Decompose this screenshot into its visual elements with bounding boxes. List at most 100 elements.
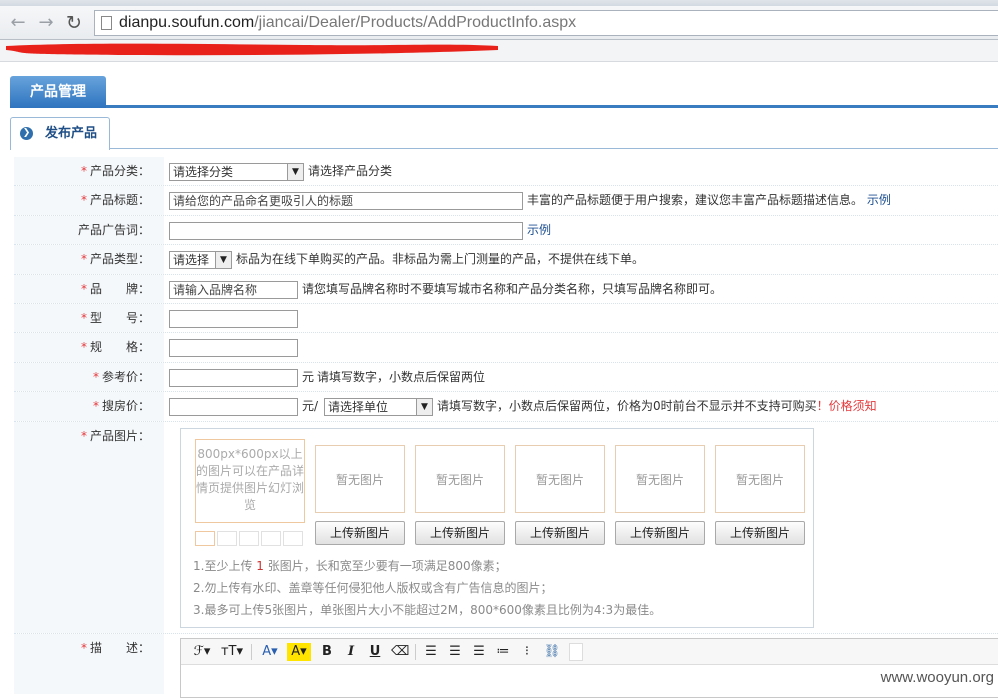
align-right-icon[interactable]: ☰ xyxy=(471,643,487,661)
tab-publish-product-label: 发布产品 xyxy=(45,126,98,141)
upload-button-1[interactable]: 上传新图片 xyxy=(315,521,405,545)
align-center-icon[interactable]: ☰ xyxy=(447,643,463,661)
eraser-icon[interactable]: ⌫ xyxy=(391,643,409,661)
ad-words-input[interactable] xyxy=(169,222,523,240)
address-bar[interactable]: dianpu.soufun.com/jiancai/Dealer/Product… xyxy=(94,10,998,36)
row-brand: * 品 牌： 请输入品牌名称 请您填写品牌名称时不要填写城市名称和产品分类名称，只… xyxy=(14,275,998,304)
description-label: * 描 述： xyxy=(14,634,164,694)
mini-thumb[interactable] xyxy=(261,531,281,546)
type-label-text: 产品类型： xyxy=(89,252,150,266)
arrow-right-icon: ❯ xyxy=(20,127,33,140)
soufang-price-input[interactable] xyxy=(169,398,298,416)
category-label: * 产品分类： xyxy=(14,157,164,185)
tab-publish-product[interactable]: ❯ 发布产品 xyxy=(10,117,110,150)
underline-icon[interactable]: U xyxy=(367,643,383,661)
title-label: * 产品标题： xyxy=(14,186,164,215)
italic-icon[interactable]: I xyxy=(343,643,359,661)
note-line-1: 1.至少上传 1 张图片，长和宽至少要有一项满足800像素； xyxy=(193,555,793,577)
ref-price-label: * 参考价： xyxy=(14,363,164,391)
required-mark: * xyxy=(92,399,99,413)
required-mark: * xyxy=(80,282,87,296)
ref-price-hint: 请填写数字，小数点后保留两位 xyxy=(317,370,486,384)
image-notes: 1.至少上传 1 张图片，长和宽至少要有一项满足800像素； 2.勿上传有水印、… xyxy=(193,555,793,621)
upload-button-5[interactable]: 上传新图片 xyxy=(715,521,805,545)
row-description: * 描 述： ℱ▾ ᴛT▾ A▾ A▾ B I U ⌫ ☰ ☰ ☰ ≔ ⁝ ⛓ xyxy=(14,634,998,698)
model-input[interactable] xyxy=(169,310,298,328)
rich-text-editor[interactable]: ℱ▾ ᴛT▾ A▾ A▾ B I U ⌫ ☰ ☰ ☰ ≔ ⁝ ⛓ xyxy=(180,638,998,698)
soufang-price-label: * 搜房价： xyxy=(14,392,164,421)
required-mark: * xyxy=(80,641,87,655)
brand-label-text: 品 牌： xyxy=(89,282,150,296)
category-select[interactable]: 请选择分类 ▼ xyxy=(169,163,304,181)
url-path: /jiancai/Dealer/Products/AddProductInfo.… xyxy=(254,14,577,31)
mini-thumb[interactable] xyxy=(217,531,237,546)
mini-thumb[interactable] xyxy=(283,531,303,546)
required-mark: * xyxy=(80,193,87,207)
spec-input[interactable] xyxy=(169,339,298,357)
model-label-text: 型 号： xyxy=(89,311,150,325)
category-hint: 请选择产品分类 xyxy=(308,164,393,178)
font-family-icon[interactable]: ℱ▾ xyxy=(191,643,213,661)
title-input[interactable]: 请给您的产品命名更吸引人的标题 xyxy=(169,192,523,210)
note-line-3: 3.最多可上传5张图片，单张图片大小不能超过2M，800*600像素且比例为4:… xyxy=(193,603,662,617)
highlight-icon[interactable]: A▾ xyxy=(287,643,311,661)
model-label: * 型 号： xyxy=(14,304,164,332)
forward-icon[interactable]: → xyxy=(36,13,56,33)
row-soufang-price: * 搜房价： 元/ 请选择单位 ▼ 请填写数字，小数点后保留两位，价格为0时前台不显… xyxy=(14,392,998,422)
browser-toolbar: ← → ↻ dianpu.soufun.com/jiancai/Dealer/P… xyxy=(0,6,998,40)
chevron-down-icon: ▼ xyxy=(416,399,432,415)
spec-label-text: 规 格： xyxy=(89,340,150,354)
ref-price-input[interactable] xyxy=(169,369,298,387)
title-hint-wrap: 丰富的产品标题便于用户搜索，建议您丰富产品标题描述信息。 示例 xyxy=(527,186,891,215)
link-icon[interactable]: ⛓ xyxy=(543,643,561,661)
chevron-down-icon: ▼ xyxy=(287,164,303,180)
align-left-icon[interactable]: ☰ xyxy=(423,643,439,661)
font-color-icon[interactable]: A▾ xyxy=(259,643,281,661)
watermark: www.wooyun.org xyxy=(880,669,994,686)
brand-hint: 请您填写品牌名称时不要填写城市名称和产品分类名称，只填写品牌名称即可。 xyxy=(302,282,723,296)
tab-product-management[interactable]: 产品管理 xyxy=(10,76,106,108)
required-mark: * xyxy=(80,311,87,325)
main-tab-bar: 产品管理 xyxy=(10,72,998,108)
note-1-suffix: 张图片，长和宽至少要有一项满足800像素； xyxy=(263,559,507,573)
unordered-list-icon[interactable]: ⁝ xyxy=(519,643,535,661)
description-label-text: 描 述： xyxy=(89,641,150,655)
image-slot-1: 暂无图片 xyxy=(315,445,405,513)
unit-select[interactable]: 请选择单位 ▼ xyxy=(324,398,433,416)
soufang-price-hint: 请填写数字，小数点后保留两位，价格为0时前台不显示并不支持可购买 xyxy=(437,399,817,413)
required-mark: * xyxy=(80,164,87,178)
photo-panel: 800px*600px以上的图片可以在产品详情页提供图片幻灯浏览 暂无图片 暂无… xyxy=(180,428,814,628)
price-notice-link[interactable]: 价格须知 xyxy=(829,399,877,413)
required-mark: * xyxy=(80,252,87,266)
mini-thumb[interactable] xyxy=(239,531,259,546)
images-label: * 产品图片： xyxy=(14,422,164,633)
type-select[interactable]: 请选择 ▼ xyxy=(169,251,232,269)
back-icon[interactable]: ← xyxy=(8,13,28,33)
toolbar-divider xyxy=(415,644,416,660)
upload-button-2[interactable]: 上传新图片 xyxy=(415,521,505,545)
row-spec: * 规 格： xyxy=(14,333,998,363)
more-icon[interactable] xyxy=(569,643,583,661)
redaction-scribble xyxy=(6,43,498,56)
editor-toolbar: ℱ▾ ᴛT▾ A▾ A▾ B I U ⌫ ☰ ☰ ☰ ≔ ⁝ ⛓ xyxy=(181,639,998,665)
font-size-icon[interactable]: ᴛT▾ xyxy=(219,643,245,661)
sub-tab-bar: ❯ 发布产品 xyxy=(10,117,998,150)
bold-icon[interactable]: B xyxy=(319,643,335,661)
brand-label: * 品 牌： xyxy=(14,275,164,303)
images-label-text: 产品图片： xyxy=(89,429,150,443)
mini-thumb[interactable] xyxy=(195,531,215,546)
ad-words-example-link[interactable]: 示例 xyxy=(527,216,551,245)
title-example-link[interactable]: 示例 xyxy=(867,193,891,207)
brand-input[interactable]: 请输入品牌名称 xyxy=(169,281,298,299)
ad-words-label: 产品广告词： xyxy=(14,216,164,244)
required-mark: * xyxy=(92,370,99,384)
mini-thumb-strip xyxy=(195,531,305,547)
image-slot-2: 暂无图片 xyxy=(415,445,505,513)
reload-icon[interactable]: ↻ xyxy=(64,13,84,33)
row-images: * 产品图片： 800px*600px以上的图片可以在产品详情页提供图片幻灯浏览 … xyxy=(14,422,998,634)
row-model: * 型 号： xyxy=(14,304,998,333)
ordered-list-icon[interactable]: ≔ xyxy=(495,643,511,661)
chevron-down-icon: ▼ xyxy=(215,252,231,268)
upload-button-3[interactable]: 上传新图片 xyxy=(515,521,605,545)
upload-button-4[interactable]: 上传新图片 xyxy=(615,521,705,545)
